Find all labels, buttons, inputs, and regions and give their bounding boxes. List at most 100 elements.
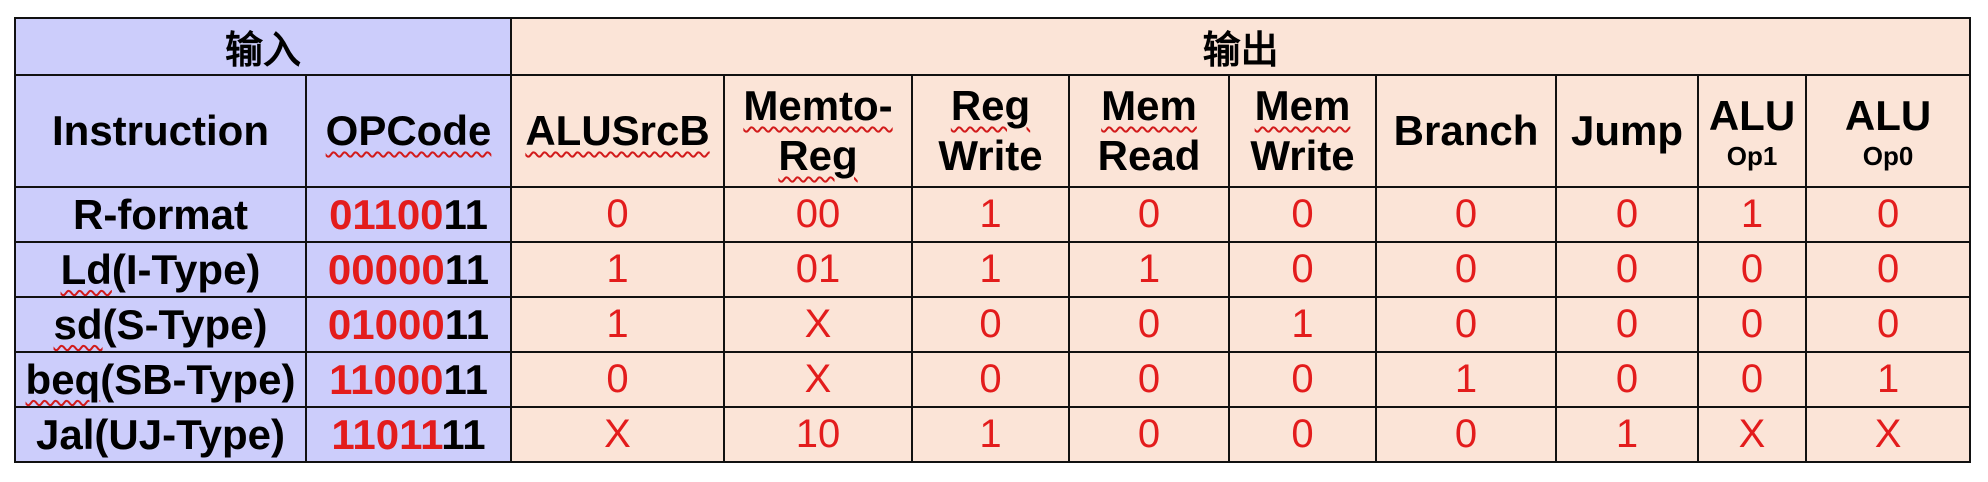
aluop0-cell: 0	[1805, 241, 1972, 298]
column-header-row: Instruction OPCode ALUSrcB Memto- Reg Reg…	[14, 74, 1972, 188]
table-row: Jal(UJ-Type) 1101111 X 10 1 0 0 0 1 X X	[14, 406, 1972, 463]
memtoreg-cell: 00	[723, 186, 914, 243]
memtoreg-cell: 01	[723, 241, 914, 298]
instruction-type: (S-Type)	[102, 300, 268, 348]
col-header-aluop0-line1: ALU	[1844, 92, 1932, 139]
memwrite-cell: 0	[1228, 406, 1378, 463]
aluop0-cell: X	[1805, 406, 1972, 463]
memwrite-cell: 0	[1228, 351, 1378, 408]
instruction-type: R-format	[73, 190, 248, 238]
memwrite-cell: 0	[1228, 186, 1378, 243]
table-row: R-format 0110011 0 00 1 0 0 0 0 1 0	[14, 186, 1972, 243]
control-truth-table: 输入 输出 Instruction OPCode ALUSrcB Memto- R…	[13, 17, 1972, 463]
memread-cell: 1	[1068, 241, 1231, 298]
col-header-memwrite-line2: Write	[1250, 132, 1355, 179]
col-header-memread-line2: Read	[1097, 132, 1201, 179]
jump-cell: 0	[1555, 351, 1700, 408]
regwrite-cell: 1	[911, 406, 1071, 463]
col-header-instruction: Instruction	[14, 74, 307, 188]
alusrcb-cell: 1	[510, 241, 726, 298]
opcode-low-bits: 11	[444, 245, 490, 293]
regwrite-cell: 0	[911, 351, 1071, 408]
instruction-cell: Ld(I-Type)	[14, 241, 307, 298]
aluop1-cell: 0	[1697, 241, 1808, 298]
col-header-instruction-label: Instruction	[52, 107, 269, 154]
col-header-jump-label: Jump	[1571, 107, 1684, 154]
opcode-cell: 0110011	[304, 186, 513, 243]
col-header-aluop0-line2: Op0	[1862, 141, 1914, 171]
instruction-mnemonic: sd	[53, 300, 103, 348]
col-header-memwrite: Mem Write	[1228, 74, 1378, 188]
alusrcb-cell: 0	[510, 351, 726, 408]
opcode-low-bits: 11	[443, 190, 488, 238]
jump-cell: 0	[1555, 241, 1700, 298]
regwrite-cell: 1	[911, 241, 1071, 298]
branch-cell: 1	[1375, 351, 1558, 408]
col-header-branch: Branch	[1375, 74, 1558, 188]
aluop0-cell: 0	[1805, 296, 1972, 353]
instruction-cell: sd(S-Type)	[14, 296, 307, 353]
aluop1-cell: 1	[1697, 186, 1808, 243]
memwrite-cell: 1	[1228, 296, 1378, 353]
opcode-low-bits: 11	[441, 410, 486, 458]
aluop0-cell: 1	[1805, 351, 1972, 408]
opcode-high-bits: 11011	[331, 410, 442, 458]
memread-cell: 0	[1068, 406, 1231, 463]
opcode-high-bits: 00000	[327, 245, 445, 293]
table-body: R-format 0110011 0 00 1 0 0 0 0 1 0 Ld(I-Type) 00000…	[14, 186, 1972, 463]
aluop1-cell: 0	[1697, 296, 1808, 353]
regwrite-cell: 0	[911, 296, 1071, 353]
memread-cell: 0	[1068, 351, 1231, 408]
col-header-memread-line1: Mem	[1101, 82, 1197, 129]
table-row: beq(SB-Type) 1100011 0 X 0 0 0 1 0 0 1	[14, 351, 1972, 408]
jump-cell: 0	[1555, 296, 1700, 353]
opcode-cell: 1101111	[304, 406, 513, 463]
alusrcb-cell: X	[510, 406, 726, 463]
regwrite-cell: 1	[911, 186, 1071, 243]
alusrcb-cell: 0	[510, 186, 726, 243]
col-header-alusrcb: ALUSrcB	[510, 74, 726, 188]
col-header-aluop1-line2: Op1	[1726, 141, 1778, 171]
opcode-low-bits: 11	[443, 355, 488, 403]
opcode-high-bits: 01000	[327, 300, 445, 348]
output-group-header: 输出	[510, 17, 1972, 76]
branch-cell: 0	[1375, 186, 1558, 243]
aluop1-cell: X	[1697, 406, 1808, 463]
group-header-row: 输入 输出	[13, 17, 1972, 76]
table-row: Ld(I-Type) 0000011 1 01 1 1 0 0 0 0 0	[14, 241, 1972, 298]
memread-cell: 0	[1068, 186, 1231, 243]
branch-cell: 0	[1375, 241, 1558, 298]
aluop1-cell: 0	[1697, 351, 1808, 408]
col-header-jump: Jump	[1555, 74, 1700, 188]
instruction-type: Jal(UJ-Type)	[36, 410, 285, 458]
memread-cell: 0	[1068, 296, 1231, 353]
memtoreg-cell: 10	[723, 406, 914, 463]
instruction-cell: beq(SB-Type)	[14, 351, 307, 408]
opcode-low-bits: 11	[444, 300, 490, 348]
opcode-high-bits: 01100	[329, 190, 444, 238]
col-header-aluop1: ALU Op1	[1697, 74, 1808, 188]
col-header-regwrite: Reg Write	[911, 74, 1071, 188]
col-header-aluop0: ALU Op0	[1805, 74, 1972, 188]
instruction-type: (SB-Type)	[100, 355, 296, 403]
col-header-memwrite-line1: Mem	[1254, 82, 1351, 129]
instruction-mnemonic: beq	[25, 355, 101, 403]
jump-cell: 0	[1555, 186, 1700, 243]
memwrite-cell: 0	[1228, 241, 1378, 298]
instruction-type: (I-Type)	[111, 245, 261, 293]
instruction-mnemonic: Ld	[60, 245, 112, 293]
branch-cell: 0	[1375, 296, 1558, 353]
alusrcb-cell: 1	[510, 296, 726, 353]
aluop0-cell: 0	[1805, 186, 1972, 243]
col-header-aluop1-line1: ALU	[1708, 92, 1796, 139]
opcode-high-bits: 11000	[329, 355, 444, 403]
opcode-cell: 1100011	[304, 351, 513, 408]
opcode-cell: 0000011	[304, 241, 513, 298]
instruction-cell: R-format	[14, 186, 307, 243]
instruction-cell: Jal(UJ-Type)	[14, 406, 307, 463]
memtoreg-cell: X	[723, 351, 914, 408]
col-header-regwrite-line2: Write	[938, 132, 1043, 179]
col-header-branch-label: Branch	[1393, 107, 1539, 154]
col-header-opcode: OPCode	[304, 74, 513, 188]
col-header-regwrite-line1: Reg	[950, 82, 1031, 129]
